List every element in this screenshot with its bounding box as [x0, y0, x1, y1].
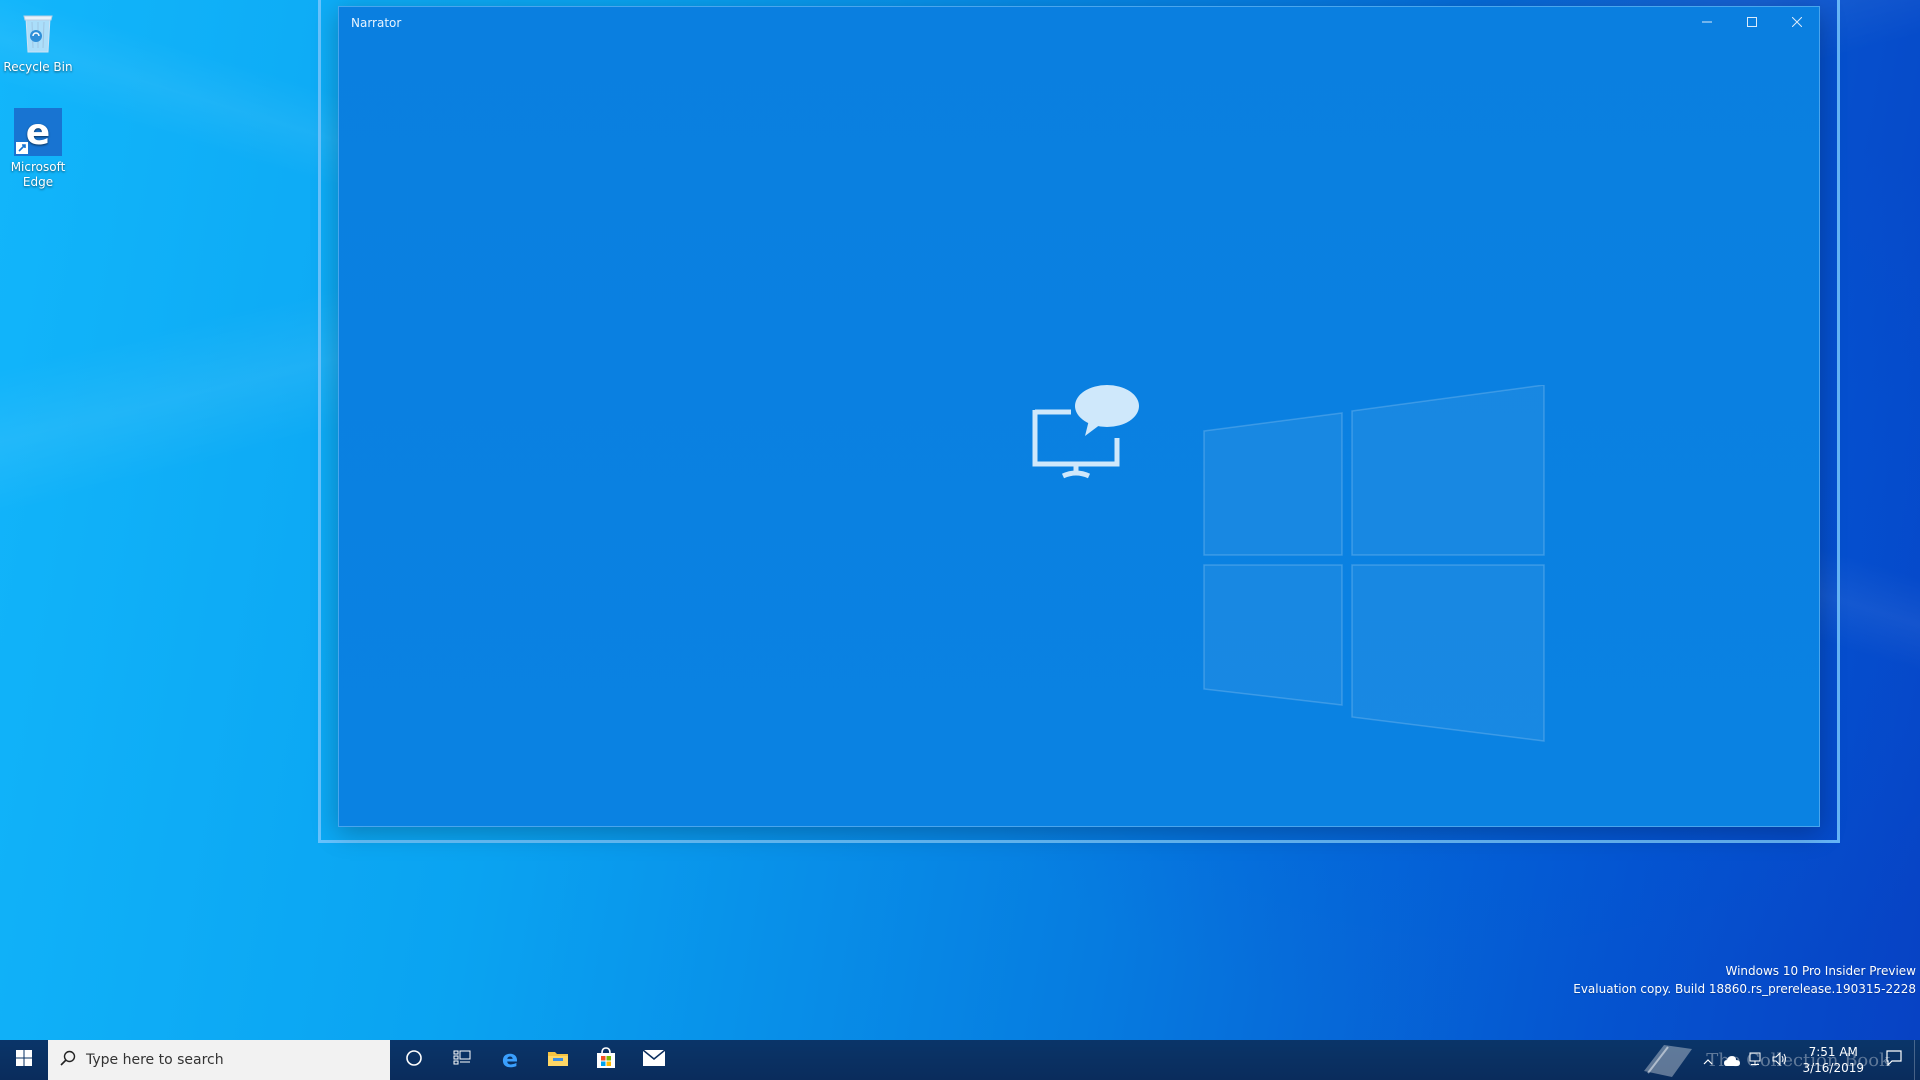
taskbar-file-explorer-button[interactable] [534, 1040, 582, 1080]
taskbar-edge-button[interactable]: e [486, 1040, 534, 1080]
store-icon [595, 1047, 617, 1073]
windows-start-icon [16, 1050, 32, 1070]
desktop-icon-microsoft-edge[interactable]: e Microsoft Edge [0, 108, 76, 190]
windows-logo-watermark [1203, 385, 1545, 742]
os-build-watermark: Windows 10 Pro Insider Preview Evaluatio… [1573, 962, 1916, 998]
edge-icon: e [498, 1045, 522, 1074]
taskbar: Type here to search e 7:51 AM 3/16/2019 [0, 1040, 1920, 1080]
recycle-bin-icon [14, 8, 62, 56]
close-icon [1791, 16, 1802, 30]
chevron-up-icon [1703, 1051, 1713, 1070]
tray-overflow-button[interactable] [1696, 1040, 1720, 1080]
edge-icon: e [14, 108, 62, 156]
cortana-button[interactable] [390, 1040, 438, 1080]
window-titlebar[interactable]: Narrator [339, 7, 1819, 39]
maximize-icon [1746, 16, 1757, 30]
cloud-icon [1724, 1051, 1741, 1070]
search-icon [60, 1050, 76, 1070]
file-explorer-icon [547, 1048, 569, 1072]
watermark-line-build: Evaluation copy. Build 18860.rs_prerelea… [1573, 982, 1916, 996]
clock-time: 7:51 AM [1808, 1045, 1858, 1059]
show-desktop-button[interactable] [1914, 1040, 1920, 1080]
clock-date: 3/16/2019 [1802, 1061, 1864, 1075]
narrator-window[interactable]: Narrator [338, 6, 1820, 827]
tray-volume-button[interactable] [1768, 1040, 1792, 1080]
taskbar-clock[interactable]: 7:51 AM 3/16/2019 [1792, 1044, 1874, 1076]
maximize-button[interactable] [1729, 7, 1774, 39]
close-button[interactable] [1774, 7, 1819, 39]
notification-icon [1886, 1050, 1902, 1070]
desktop-icon-label: Microsoft Edge [10, 160, 66, 189]
mail-icon [642, 1049, 666, 1070]
task-view-icon [453, 1049, 471, 1071]
desktop-icon-label: Recycle Bin [3, 60, 73, 74]
network-icon [1748, 1051, 1764, 1070]
desktop-icon-recycle-bin[interactable]: Recycle Bin [0, 8, 76, 75]
task-view-button[interactable] [438, 1040, 486, 1080]
taskbar-store-button[interactable] [582, 1040, 630, 1080]
minimize-button[interactable] [1684, 7, 1729, 39]
system-tray: 7:51 AM 3/16/2019 [1696, 1040, 1920, 1080]
tray-onedrive-button[interactable] [1720, 1040, 1744, 1080]
svg-text:e: e [502, 1046, 518, 1070]
start-button[interactable] [0, 1040, 48, 1080]
window-title: Narrator [351, 16, 402, 30]
minimize-icon [1701, 16, 1712, 30]
watermark-line-edition: Windows 10 Pro Insider Preview [1725, 964, 1916, 978]
taskbar-search-box[interactable]: Type here to search [48, 1040, 390, 1080]
taskbar-mail-button[interactable] [630, 1040, 678, 1080]
tray-network-button[interactable] [1744, 1040, 1768, 1080]
desktop: Recycle Bin e Microsoft Edge Narrator Wi… [0, 0, 1920, 1040]
action-center-button[interactable] [1874, 1040, 1914, 1080]
search-placeholder: Type here to search [86, 1052, 224, 1068]
volume-icon [1772, 1051, 1788, 1070]
svg-text:e: e [26, 112, 50, 153]
cortana-icon [405, 1049, 423, 1071]
narrator-icon [1027, 384, 1147, 484]
